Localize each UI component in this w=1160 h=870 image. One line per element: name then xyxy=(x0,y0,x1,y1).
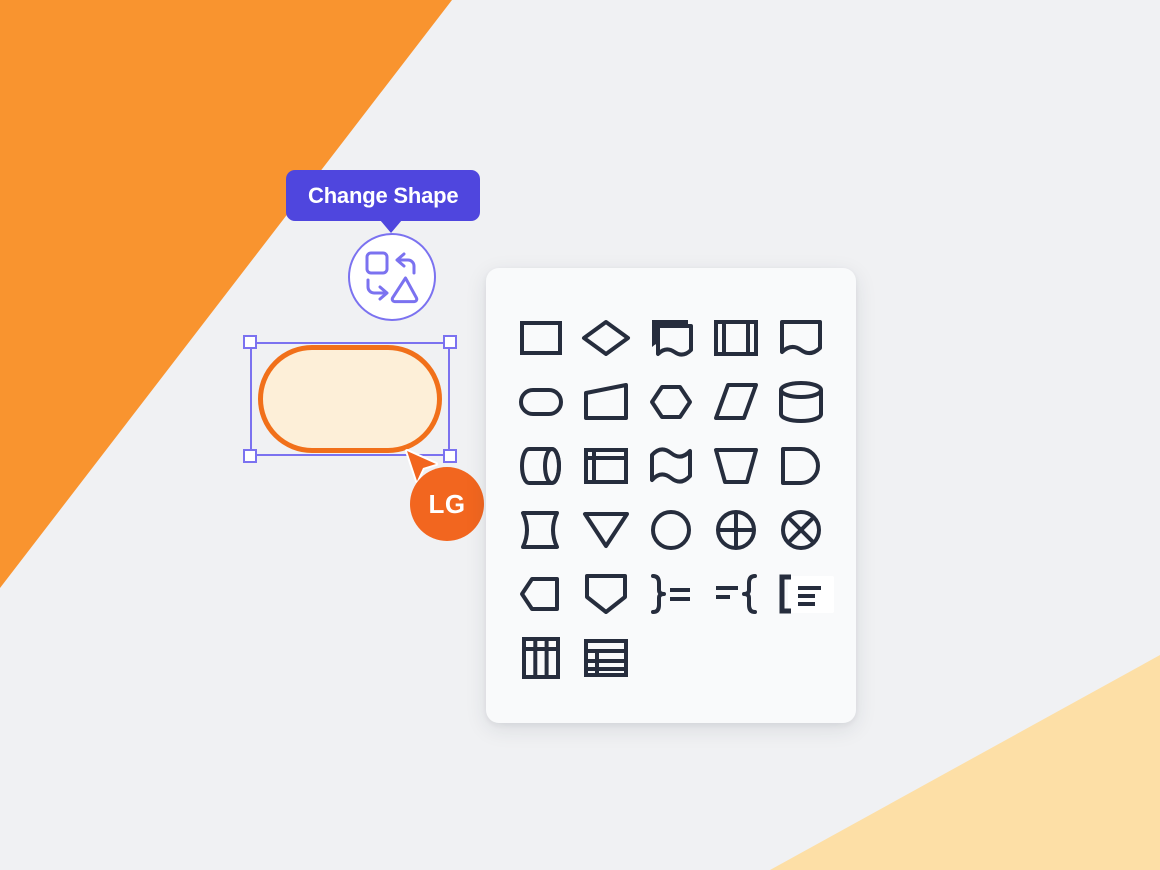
shape-option-table-columns[interactable] xyxy=(508,626,573,690)
tooltip-tail xyxy=(380,220,402,233)
shape-palette-panel xyxy=(486,268,856,723)
shape-option-document[interactable] xyxy=(769,306,834,370)
trapezoid-shape-icon xyxy=(583,383,628,420)
shape-option-brace-left-annotation[interactable] xyxy=(704,562,769,626)
selection-outline xyxy=(250,342,450,456)
shape-option-inverted-trapezoid[interactable] xyxy=(704,434,769,498)
change-shape-tooltip: Change Shape xyxy=(286,170,481,221)
parallelogram-shape-icon xyxy=(714,383,759,420)
shape-option-bracket-annotation[interactable] xyxy=(769,562,834,626)
shape-option-note[interactable] xyxy=(638,306,703,370)
brace-right-annotation-icon xyxy=(650,574,690,614)
collaborator-avatar[interactable]: LG xyxy=(410,467,484,541)
shape-option-trapezoid[interactable] xyxy=(573,370,638,434)
shape-option-parallelogram[interactable] xyxy=(704,370,769,434)
triangle-down-shape-icon xyxy=(582,512,629,548)
shape-option-delay[interactable] xyxy=(769,434,834,498)
internal-storage-shape-icon xyxy=(583,448,628,484)
shape-option-curved-rectangle[interactable] xyxy=(508,498,573,562)
shape-option-hexagon[interactable] xyxy=(638,370,703,434)
left-hexagon-shape-icon xyxy=(519,577,559,611)
shape-option-circle-cross[interactable] xyxy=(704,498,769,562)
rectangle-shape-icon xyxy=(519,321,562,355)
change-shape-button[interactable] xyxy=(348,233,436,321)
note-shape-icon xyxy=(651,320,693,357)
shape-option-left-hexagon[interactable] xyxy=(508,562,573,626)
shape-option-horizontal-cylinder[interactable] xyxy=(508,434,573,498)
cylinder-shape-icon xyxy=(779,381,824,423)
resize-handle-bottom-left[interactable] xyxy=(243,449,257,463)
avatar-initials: LG xyxy=(428,488,466,519)
resize-handle-top-left[interactable] xyxy=(243,335,257,349)
diamond-shape-icon xyxy=(581,320,630,356)
shape-option-cylinder[interactable] xyxy=(769,370,834,434)
shape-option-process[interactable] xyxy=(704,306,769,370)
curved-rectangle-shape-icon xyxy=(520,511,559,549)
brace-left-annotation-icon xyxy=(716,574,758,614)
shape-option-internal-storage[interactable] xyxy=(573,434,638,498)
shield-shape-icon xyxy=(584,574,627,614)
shape-option-triangle-down[interactable] xyxy=(573,498,638,562)
delay-shape-icon xyxy=(781,447,821,485)
shape-palette-grid xyxy=(508,306,834,690)
resize-handle-top-right[interactable] xyxy=(443,335,457,349)
canvas-stage: Change Shape LG xyxy=(0,0,1160,870)
wave-shape-icon xyxy=(649,447,692,484)
table-columns-shape-icon xyxy=(521,637,560,679)
table-rows-shape-icon xyxy=(583,639,628,677)
change-shape-icon xyxy=(365,251,419,304)
shape-option-table-rows[interactable] xyxy=(573,626,638,690)
bracket-annotation-icon xyxy=(779,574,822,614)
shape-option-rectangle[interactable] xyxy=(508,306,573,370)
shape-option-stadium[interactable] xyxy=(508,370,573,434)
stadium-shape-icon xyxy=(518,388,563,416)
document-shape-icon xyxy=(780,320,823,355)
shape-option-circle-x[interactable] xyxy=(769,498,834,562)
tooltip-label: Change Shape xyxy=(308,182,459,208)
node-selection-frame[interactable] xyxy=(243,335,457,463)
inverted-trapezoid-shape-icon xyxy=(714,448,759,484)
shape-option-wave[interactable] xyxy=(638,434,703,498)
shape-option-diamond[interactable] xyxy=(573,306,638,370)
resize-handle-bottom-right[interactable] xyxy=(443,449,457,463)
process-shape-icon xyxy=(714,320,759,356)
shape-option-brace-right-annotation[interactable] xyxy=(638,562,703,626)
horizontal-cylinder-shape-icon xyxy=(519,447,561,485)
shape-option-shield[interactable] xyxy=(573,562,638,626)
hexagon-shape-icon xyxy=(649,385,692,419)
circle-shape-icon xyxy=(650,510,691,550)
shape-option-circle[interactable] xyxy=(638,498,703,562)
circle-cross-shape-icon xyxy=(716,510,757,550)
circle-x-shape-icon xyxy=(781,510,822,550)
